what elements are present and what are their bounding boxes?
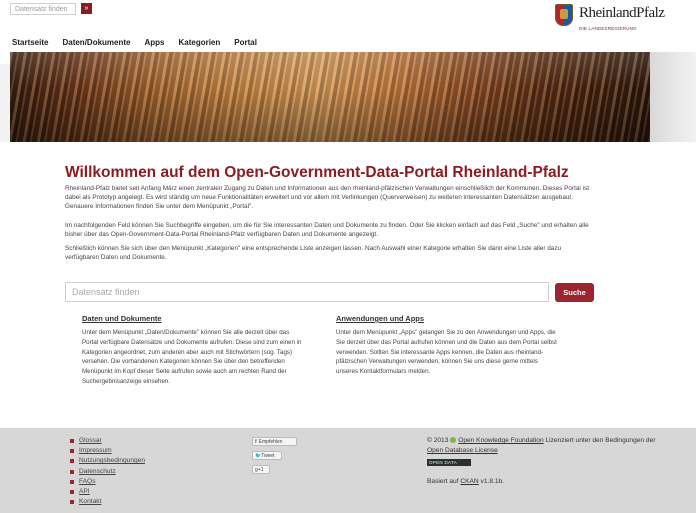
top-search-button[interactable]: » [81, 3, 92, 14]
okf-link[interactable]: Open Knowledge Foundation [458, 437, 543, 444]
main-content: Willkommen auf dem Open-Government-Data-… [0, 142, 696, 428]
page-title: Willkommen auf dem Open-Government-Data-… [65, 164, 569, 181]
facebook-icon: f [255, 439, 257, 445]
rlp-logo[interactable]: RheinlandPfalz DIE LANDESREGIERUNG [555, 4, 665, 38]
footer-link-api[interactable]: API [70, 487, 145, 497]
categories-hint-paragraph: Schließlich können Sie sich über den Men… [65, 245, 562, 261]
open-data-badge[interactable]: OPEN DATA [427, 459, 471, 466]
okf-logo-icon [450, 437, 457, 443]
footer-link-nutzungsbedingungen[interactable]: Nutzungsbedingungen [70, 456, 145, 466]
nav-kategorien[interactable]: Kategorien [178, 38, 220, 50]
data-documents-text: Unter dem Menüpunkt „Daten/Dokumente" kö… [82, 329, 302, 385]
logo-name: RheinlandPfalz [579, 5, 665, 21]
footer-link-kontakt[interactable]: Kontakt [70, 497, 145, 507]
nav-apps[interactable]: Apps [144, 38, 164, 50]
footer-copyright: © 2013 Open Knowledge Foundation Lizenzi… [427, 437, 656, 454]
top-search-input[interactable]: Datensatz finden [10, 3, 76, 15]
nav-startseite[interactable]: Startseite [12, 38, 48, 50]
footer-link-impressum[interactable]: Impressum [70, 446, 145, 456]
footer-link-glossar[interactable]: Glossar [70, 436, 145, 446]
facebook-recommend-button[interactable]: f Empfehlen [252, 437, 297, 446]
dataset-search-input[interactable]: Datensatz finden [65, 282, 549, 302]
search-button[interactable]: Suche [555, 283, 594, 302]
hero-side-shade [650, 52, 696, 142]
footer-link-datenschutz[interactable]: Datenschutz [70, 467, 145, 477]
apps-text: Unter dem Menüpunkt „Apps" gelangen Sie … [336, 329, 557, 376]
odb-license-link[interactable]: Open Database License [427, 447, 498, 454]
intro-paragraph: Rheinland-Pfalz bietet seit Anfang März … [65, 185, 589, 210]
nav-daten-dokumente[interactable]: Daten/Dokumente [62, 38, 130, 50]
logo-subtitle: DIE LANDESREGIERUNG [579, 26, 637, 31]
search-hint-paragraph: Im nachfolgenden Feld können Sie Suchbeg… [65, 222, 589, 238]
nav-portal[interactable]: Portal [234, 38, 257, 50]
coat-of-arms-icon [555, 4, 573, 26]
tweet-button[interactable]: 🐦Tweet [252, 451, 282, 460]
hero-banner-image [10, 52, 650, 142]
apps-heading[interactable]: Anwendungen und Apps [336, 314, 424, 323]
footer-link-faqs[interactable]: FAQs [70, 477, 145, 487]
ckan-link[interactable]: CKAN [460, 478, 478, 485]
google-plus-button[interactable]: g+1 [252, 465, 270, 474]
data-documents-heading[interactable]: Daten und Dokumente [82, 314, 162, 323]
main-nav: Startseite Daten/Dokumente Apps Kategori… [12, 38, 257, 50]
footer-links: Glossar Impressum Nutzungsbedingungen Da… [70, 436, 145, 507]
based-on-ckan: Basiert auf CKAN v1.8.1b. [427, 478, 505, 485]
